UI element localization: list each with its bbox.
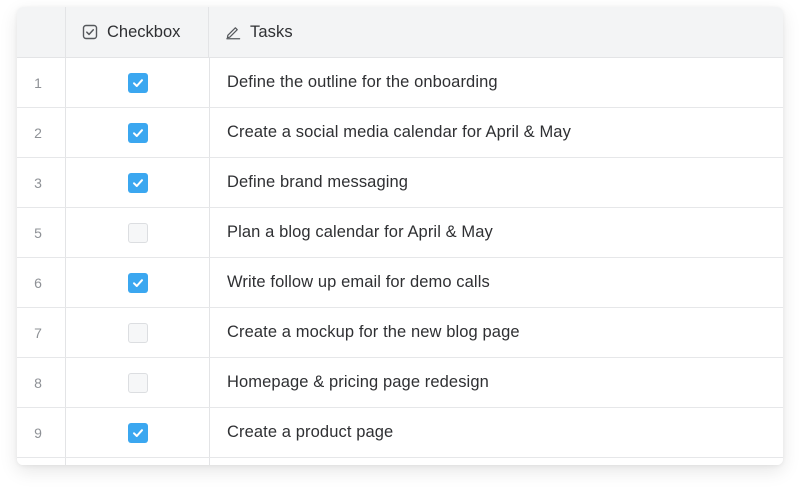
- task-text: Define brand messaging: [227, 173, 409, 191]
- checkmark-icon: [132, 428, 143, 437]
- checkbox-unchecked[interactable]: [127, 322, 148, 343]
- checkbox-checked[interactable]: [127, 272, 148, 293]
- task-text: Homepage & pricing page redesign: [227, 373, 489, 391]
- checkbox-cell: [66, 258, 210, 307]
- row-number-header: [17, 7, 66, 57]
- checkbox-checked[interactable]: [127, 122, 148, 143]
- checkbox-column-label: Checkbox: [107, 22, 181, 41]
- task-cell[interactable]: Homepage & pricing page redesign: [210, 358, 783, 407]
- checkmark-icon: [132, 128, 143, 137]
- task-text: Create a social media calendar for April…: [227, 123, 571, 141]
- task-cell[interactable]: Create a mockup for the new blog page: [210, 308, 783, 357]
- table-row[interactable]: 1 Define the outline for the onboarding: [17, 58, 783, 108]
- checkbox-cell: [66, 458, 210, 465]
- checkbox-cell: [66, 108, 210, 157]
- row-number-cell: 9: [17, 408, 66, 457]
- table-row-partial: [17, 458, 783, 465]
- checkbox-column-header[interactable]: Checkbox: [66, 7, 209, 57]
- row-number-cell: 1: [17, 58, 66, 107]
- tasks-column-label: Tasks: [250, 22, 293, 41]
- checkbox-unchecked[interactable]: [127, 372, 148, 393]
- checkmark-icon: [132, 178, 143, 187]
- task-cell[interactable]: Define brand messaging: [210, 158, 783, 207]
- task-text: Create a product page: [227, 423, 394, 441]
- checkbox-checked[interactable]: [127, 72, 148, 93]
- table-row[interactable]: 7 Create a mockup for the new blog page: [17, 308, 783, 358]
- table-row[interactable]: 3 Define brand messaging: [17, 158, 783, 208]
- checkbox-checked[interactable]: [127, 422, 148, 443]
- task-text: Define the outline for the onboarding: [227, 73, 498, 91]
- checkmark-icon: [132, 278, 143, 287]
- row-number-cell: 7: [17, 308, 66, 357]
- checkbox-icon: [82, 24, 98, 40]
- row-number-cell: 5: [17, 208, 66, 257]
- task-grid: Checkbox Tasks 1 Define the outline for t…: [17, 7, 783, 465]
- row-number: 1: [34, 74, 42, 91]
- row-number-cell: 2: [17, 108, 66, 157]
- row-number-cell: 8: [17, 358, 66, 407]
- row-number: 9: [34, 424, 42, 441]
- row-number: 6: [34, 274, 42, 291]
- task-text: Plan a blog calendar for April & May: [227, 223, 493, 241]
- row-number: 8: [34, 374, 42, 391]
- checkbox-cell: [66, 158, 210, 207]
- table-row[interactable]: 2 Create a social media calendar for Apri…: [17, 108, 783, 158]
- checkbox-checked[interactable]: [127, 172, 148, 193]
- row-number-cell: 3: [17, 158, 66, 207]
- task-cell[interactable]: Write follow up email for demo calls: [210, 258, 783, 307]
- header-row: Checkbox Tasks: [17, 7, 783, 58]
- rows-container: 1 Define the outline for the onboarding 2 C…: [17, 58, 783, 458]
- task-text: Write follow up email for demo calls: [227, 273, 490, 291]
- row-number: 3: [34, 174, 42, 191]
- checkbox-cell: [66, 408, 210, 457]
- checkbox-cell: [66, 58, 210, 107]
- row-number-cell: [17, 458, 66, 465]
- table-row[interactable]: 6 Write follow up email for demo calls: [17, 258, 783, 308]
- row-number-cell: 6: [17, 258, 66, 307]
- table-row[interactable]: 9 Create a product page: [17, 408, 783, 458]
- checkbox-cell: [66, 358, 210, 407]
- table-row[interactable]: 8 Homepage & pricing page redesign: [17, 358, 783, 408]
- checkbox-cell: [66, 308, 210, 357]
- task-text: Create a mockup for the new blog page: [227, 323, 520, 341]
- table-card: Checkbox Tasks 1 Define the outline for t…: [17, 7, 783, 465]
- tasks-column-header[interactable]: Tasks: [209, 7, 783, 57]
- task-cell[interactable]: Create a product page: [210, 408, 783, 457]
- row-number: 2: [34, 124, 42, 141]
- task-cell[interactable]: Plan a blog calendar for April & May: [210, 208, 783, 257]
- row-number: 5: [34, 224, 42, 241]
- task-cell: [210, 458, 783, 465]
- checkmark-icon: [132, 78, 143, 87]
- table-row[interactable]: 5 Plan a blog calendar for April & May: [17, 208, 783, 258]
- task-cell[interactable]: Create a social media calendar for April…: [210, 108, 783, 157]
- task-cell[interactable]: Define the outline for the onboarding: [210, 58, 783, 107]
- checkbox-unchecked[interactable]: [127, 222, 148, 243]
- checkbox-cell: [66, 208, 210, 257]
- row-number: 7: [34, 324, 42, 341]
- pencil-icon: [225, 24, 241, 40]
